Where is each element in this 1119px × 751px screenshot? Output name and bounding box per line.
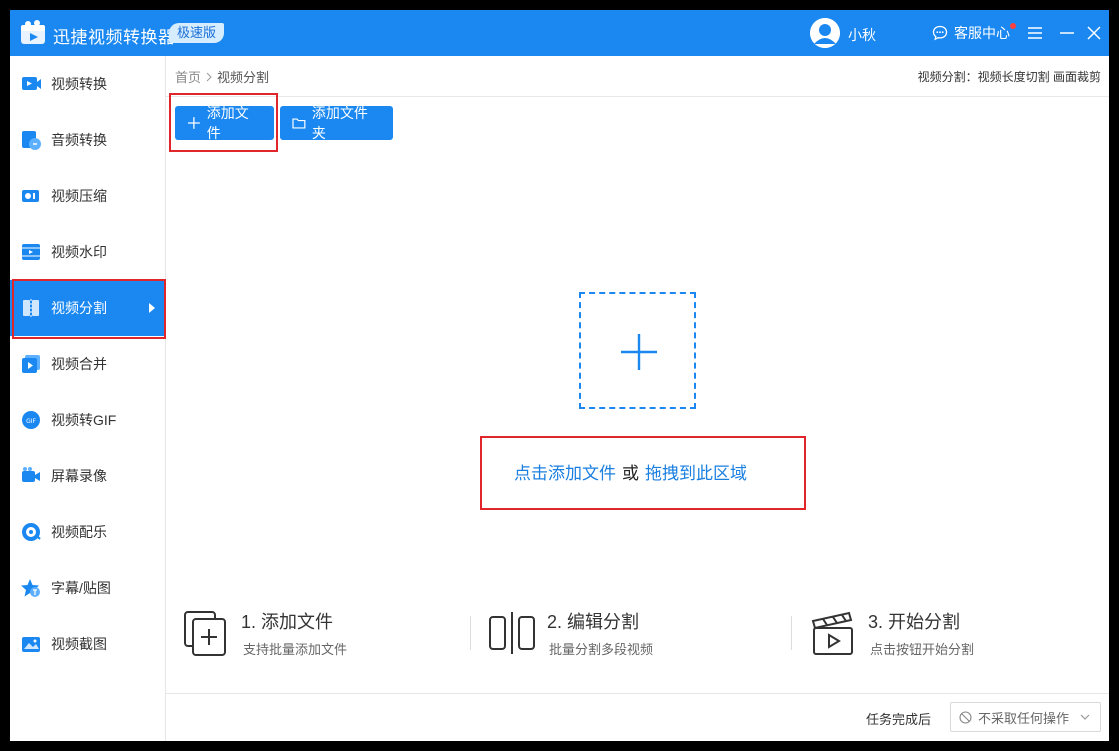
sidebar-item-label: 视频转换 (51, 76, 107, 92)
step-title: 1. 添加文件 (241, 612, 334, 632)
audio-convert-icon (22, 131, 41, 150)
step-add-files: 1. 添加文件 支持批量添加文件 (182, 604, 432, 664)
app-title: 迅捷视频转换器 (53, 28, 176, 47)
sidebar-item-label: 视频配乐 (51, 524, 107, 540)
sidebar-item-label: 视频合并 (51, 356, 107, 372)
sidebar-item-video-gif[interactable]: GIF 视频转GIF (10, 392, 165, 448)
app-logo-icon (21, 20, 45, 44)
drop-zone[interactable] (579, 292, 696, 409)
title-bar: 迅捷视频转换器 极速版 小秋 客服中心 (10, 10, 1109, 56)
step-edit-split: 2. 编辑分割 批量分割多段视频 (488, 604, 738, 664)
video-screenshot-icon (22, 637, 40, 652)
svg-text:GIF: GIF (26, 418, 36, 425)
after-task-label: 任务完成后 (866, 712, 932, 727)
sidebar-item-label: 屏幕录像 (51, 468, 107, 484)
edition-badge: 极速版 (169, 23, 225, 43)
customer-service-label: 客服中心 (954, 25, 1010, 41)
sidebar-item-video-music[interactable]: 视频配乐 (10, 504, 165, 560)
step-start-split: 3. 开始分割 点击按钮开始分割 (809, 604, 1059, 664)
add-folder-button[interactable]: 添加文件夹 (280, 105, 393, 141)
app-window: 迅捷视频转换器 极速版 小秋 客服中心 视频转换 音频转换 视频压缩 视频水印 … (10, 10, 1109, 741)
chevron-down-icon (1080, 714, 1090, 720)
sidebar-item-video-split[interactable]: 视频分割 (10, 280, 165, 336)
chevron-right-icon (206, 72, 212, 81)
chevron-right-icon (149, 303, 155, 313)
video-convert-icon (22, 77, 41, 90)
video-merge-icon (22, 355, 40, 373)
menu-icon[interactable] (1025, 23, 1045, 43)
video-compress-icon (22, 190, 39, 202)
video-gif-icon: GIF (22, 411, 40, 429)
notification-dot (1010, 23, 1016, 29)
sidebar-item-video-merge[interactable]: 视频合并 (10, 336, 165, 392)
sidebar-item-video-convert[interactable]: 视频转换 (10, 56, 165, 112)
drag-here-link[interactable]: 拖拽到此区域 (645, 459, 747, 484)
sidebar-item-subtitle-sticker[interactable]: 字幕/贴图 (10, 560, 165, 616)
step-title: 2. 编辑分割 (547, 612, 640, 632)
add-folder-label: 添加文件夹 (311, 105, 368, 141)
sidebar-item-label: 视频转GIF (51, 412, 117, 428)
sidebar-item-label: 字幕/贴图 (51, 580, 111, 596)
divider (166, 96, 1109, 97)
minimize-icon[interactable] (1057, 23, 1077, 43)
ban-icon (959, 710, 972, 724)
divider (791, 616, 792, 650)
breadcrumb-current: 视频分割 (217, 70, 270, 85)
close-icon[interactable] (1084, 23, 1104, 43)
drop-hint-or: 或 (622, 464, 639, 483)
screen-record-icon (22, 467, 40, 482)
sidebar-item-video-compress[interactable]: 视频压缩 (10, 168, 165, 224)
sidebar-item-label: 视频分割 (51, 300, 107, 316)
step-desc: 批量分割多段视频 (549, 642, 654, 657)
video-split-icon (23, 299, 39, 317)
add-file-button[interactable]: 添加文件 (175, 105, 274, 141)
divider (470, 616, 471, 650)
sidebar-item-video-screenshot[interactable]: 视频截图 (10, 616, 165, 672)
split-edit-icon (489, 612, 535, 654)
video-music-icon (22, 523, 41, 541)
clapperboard-icon (811, 611, 853, 655)
sidebar-item-screen-record[interactable]: 屏幕录像 (10, 448, 165, 504)
video-watermark-icon (22, 244, 40, 260)
sidebar-item-label: 音频转换 (51, 132, 107, 148)
sidebar-item-label: 视频水印 (51, 244, 107, 260)
folder-icon (292, 118, 306, 129)
breadcrumb-home[interactable]: 首页 (175, 67, 201, 86)
step-title: 3. 开始分割 (868, 612, 961, 632)
step-desc: 点击按钮开始分割 (870, 642, 975, 657)
after-task-select[interactable]: 不采取任何操作 (950, 702, 1101, 732)
step-desc: 支持批量添加文件 (243, 642, 348, 657)
sidebar: 视频转换 音频转换 视频压缩 视频水印 视频分割 视频合并 GIF 视频转GIF (10, 56, 166, 741)
drop-hint: 点击添加文件 或 拖拽到此区域 (514, 459, 747, 484)
chat-bubble-icon (932, 25, 948, 41)
after-task-value: 不采取任何操作 (978, 710, 1070, 726)
breadcrumb: 首页 视频分割 (175, 67, 269, 86)
sidebar-item-audio-convert[interactable]: 音频转换 (10, 112, 165, 168)
steps-guide: 1. 添加文件 支持批量添加文件 2. 编辑分割 批量分割多段视频 3. 开始分… (166, 604, 1109, 664)
sidebar-item-video-watermark[interactable]: 视频水印 (10, 224, 165, 280)
username[interactable]: 小秋 (848, 25, 876, 45)
add-files-icon (184, 611, 226, 656)
plus-icon (621, 334, 657, 370)
main-panel: 首页 视频分割 视频分割：视频长度切割 画面裁剪 添加文件 添加文件夹 点击添加… (166, 56, 1109, 693)
add-file-label: 添加文件 (206, 105, 249, 141)
click-add-file-link[interactable]: 点击添加文件 (514, 459, 616, 484)
customer-service-button[interactable]: 客服中心 (932, 23, 1010, 43)
subtitle-sticker-icon (21, 579, 40, 597)
avatar[interactable] (810, 18, 840, 48)
feature-hint: 视频分割：视频长度切割 画面裁剪 (917, 70, 1101, 84)
sidebar-item-label: 视频压缩 (51, 188, 107, 204)
sidebar-item-label: 视频截图 (51, 636, 107, 652)
footer-bar: 任务完成后 不采取任何操作 (166, 693, 1109, 741)
plus-icon (187, 117, 200, 129)
